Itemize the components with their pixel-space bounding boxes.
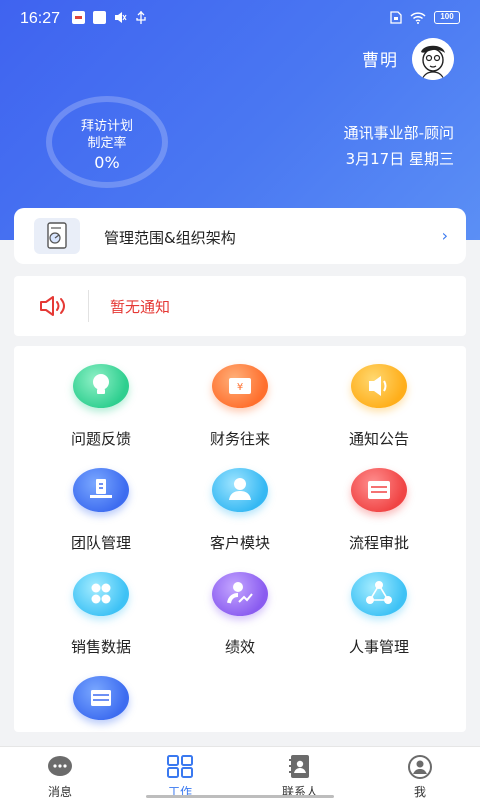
tab-label: 消息 (47, 785, 72, 799)
tab-messages[interactable]: 消息 (0, 753, 120, 799)
sales-data-icon (73, 572, 129, 616)
team-icon (73, 468, 129, 512)
notice-text: 暂无通知 (110, 298, 171, 316)
customer-icon (212, 468, 268, 512)
tile-label: 人事管理 (348, 638, 409, 656)
tile-sales-data[interactable]: 销售数据 (36, 558, 166, 658)
tile-announcement[interactable]: 通知公告 (314, 350, 444, 450)
mail-icon (93, 11, 106, 24)
tile-label: 团队管理 (70, 534, 131, 552)
tile-customer[interactable]: 客户模块 (175, 454, 305, 554)
battery-icon: 100 (434, 11, 460, 24)
avatar-face-icon (412, 38, 454, 80)
ring-text: 拜访计划 制定率 0% (46, 118, 168, 171)
system-icons: 100 (390, 11, 460, 24)
notice-divider (88, 290, 89, 322)
tab-label: 我 (413, 785, 426, 799)
ring-percentage: 0% (94, 153, 120, 172)
contacts-icon (289, 755, 309, 778)
hr-icon (351, 572, 407, 616)
tile-label: 销售数据 (70, 638, 131, 656)
list-icon (73, 676, 129, 720)
ring-label-line1: 拜访计划 (80, 119, 133, 134)
approval-icon (351, 468, 407, 512)
status-bar: 16:27 100 (0, 0, 480, 38)
avatar[interactable] (412, 38, 454, 80)
app-notification-icon (72, 11, 85, 24)
tile-team[interactable]: 团队管理 (36, 454, 166, 554)
date-label: 3月17日 星期三 (345, 150, 454, 168)
tile-finance[interactable]: ¥ 财务往来 (175, 350, 305, 450)
header-banner: 16:27 100 曹明 拜访计划 制定率 0% 通讯事业部-顾问 3月17日 … (0, 0, 480, 240)
user-name: 曹明 (362, 51, 398, 71)
org-chart-icon (34, 218, 80, 254)
tile-label: 财务往来 (209, 430, 270, 448)
notice-bar[interactable]: 暂无通知 (14, 276, 466, 336)
tab-work[interactable]: 工作 (120, 753, 240, 799)
org-structure-card[interactable]: 管理范围&组织架构 › (14, 208, 466, 264)
tile-approval[interactable]: 流程审批 (314, 454, 444, 554)
status-time: 16:27 (20, 10, 61, 27)
function-grid: 问题反馈 ¥ 财务往来 通知公告 团队管理 客户模块 流程审批 销售数据 绩效 … (14, 346, 466, 732)
tile-label: 通知公告 (348, 430, 409, 448)
chevron-right-icon: › (441, 226, 448, 245)
usb-icon (136, 11, 146, 24)
tile-label: 绩效 (224, 638, 255, 656)
tab-me[interactable]: 我 (360, 753, 480, 799)
mute-icon (115, 12, 127, 23)
speaker-icon (351, 364, 407, 408)
department-label: 通讯事业部-顾问 (343, 124, 454, 142)
performance-icon (212, 572, 268, 616)
profile-icon (408, 755, 432, 779)
ring-label-line2: 制定率 (87, 136, 127, 151)
work-grid-icon (167, 755, 193, 778)
tile-hr[interactable]: 人事管理 (314, 558, 444, 658)
wifi-icon (410, 11, 426, 24)
money-icon: ¥ (212, 364, 268, 408)
tile-label: 问题反馈 (70, 430, 131, 448)
home-indicator[interactable] (146, 795, 334, 798)
sim-icon (390, 11, 402, 24)
tile-label: 流程审批 (348, 534, 409, 552)
visit-plan-ring: 拜访计划 制定率 0% (46, 96, 168, 188)
notification-icons (72, 11, 147, 24)
tile-label: 客户模块 (209, 534, 270, 552)
org-card-label: 管理范围&组织架构 (104, 229, 236, 247)
tile-feedback[interactable]: 问题反馈 (36, 350, 166, 450)
svg-text:¥: ¥ (237, 382, 243, 393)
tile-performance[interactable]: 绩效 (175, 558, 305, 658)
message-icon (48, 756, 72, 776)
lightbulb-icon (73, 364, 129, 408)
bottom-tab-bar: 消息 工作 联系人 我 (0, 746, 480, 800)
speaker-icon (40, 296, 65, 316)
tab-contacts[interactable]: 联系人 (240, 753, 360, 799)
